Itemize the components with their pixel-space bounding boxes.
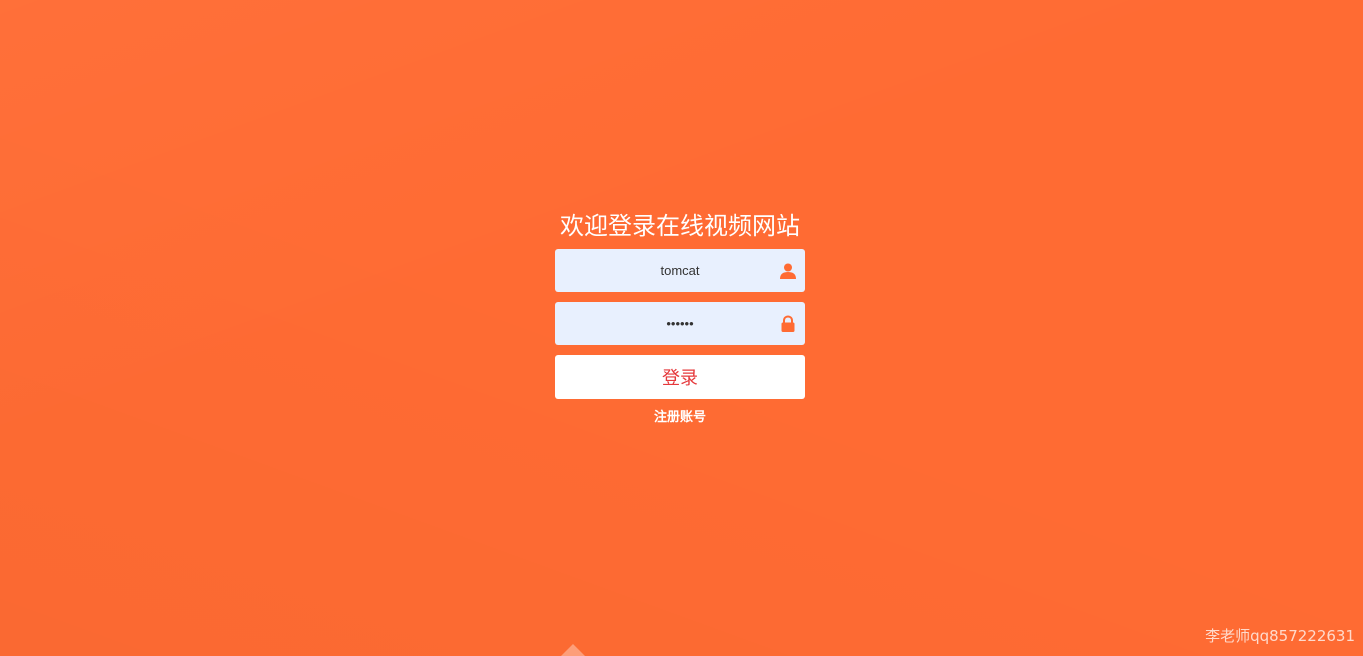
username-input[interactable] bbox=[555, 249, 805, 292]
login-button[interactable]: 登录 bbox=[555, 355, 805, 399]
username-field-wrapper bbox=[555, 249, 805, 292]
watermark-text: 李老师qq857222631 bbox=[1205, 627, 1355, 645]
lock-icon bbox=[779, 315, 797, 333]
password-field-wrapper bbox=[555, 302, 805, 345]
user-icon bbox=[779, 262, 797, 280]
login-form: 欢迎登录在线视频网站 登录 注册账号 bbox=[555, 206, 805, 425]
page-title: 欢迎登录在线视频网站 bbox=[560, 212, 800, 240]
register-link[interactable]: 注册账号 bbox=[555, 406, 805, 425]
password-input[interactable] bbox=[555, 302, 805, 345]
decorative-triangle bbox=[561, 644, 585, 656]
